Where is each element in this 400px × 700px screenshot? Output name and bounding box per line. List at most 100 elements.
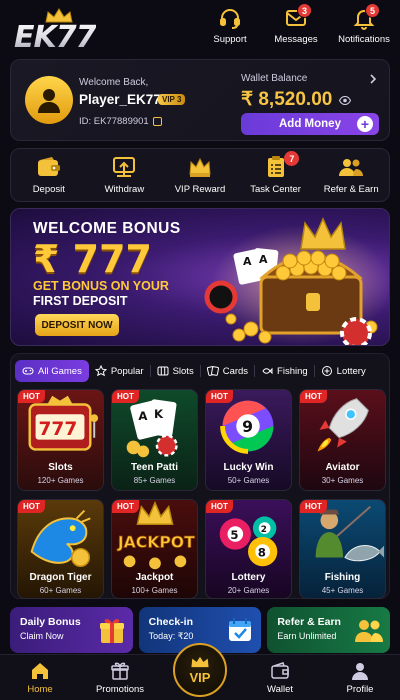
nav-profile[interactable]: Profile xyxy=(320,655,400,700)
tab-slots-label: Slots xyxy=(172,365,194,377)
tab-cards-label: Cards xyxy=(222,365,249,377)
gift-icon xyxy=(99,619,124,643)
game-card-fishing[interactable]: HOT Fishing 45+ Games xyxy=(299,499,386,599)
tab-fishing[interactable]: Fishing xyxy=(255,360,314,382)
notifications-button[interactable]: 5 Notifications xyxy=(338,3,390,45)
nav-promotions[interactable]: Promotions xyxy=(80,655,160,700)
nav-vip[interactable]: VIP xyxy=(173,643,227,697)
game-card-jackpot[interactable]: JACKPOT HOT Jackpot 100+ Games xyxy=(111,499,198,599)
game-count: 60+ Games xyxy=(39,586,82,595)
app-screen: EK77 Support 3 Messages 5 Notifications … xyxy=(0,0,400,700)
welcome-bonus-banner[interactable]: A A WELCOME BONUS ₹ 777 GET BONUS ON YOU… xyxy=(10,208,390,346)
hot-badge: HOT xyxy=(300,390,327,403)
game-name: Teen Patti xyxy=(130,462,179,473)
game-name: Dragon Tiger xyxy=(29,572,92,583)
refer-earn-button[interactable]: Refer & Earn xyxy=(313,149,389,201)
game-name: Lucky Win xyxy=(223,462,274,473)
withdraw-button[interactable]: Withdraw xyxy=(87,149,163,201)
svg-text:2: 2 xyxy=(261,525,267,535)
nav-home[interactable]: Home xyxy=(0,655,80,700)
tab-popular-label: Popular xyxy=(110,365,144,377)
svg-text:777: 777 xyxy=(39,419,78,440)
vip-level-badge: VIP 3 xyxy=(158,94,186,105)
svg-text:A: A xyxy=(138,409,148,423)
game-card-slots[interactable]: 777 HOT Slots 120+ Games xyxy=(17,389,104,491)
nav-profile-label: Profile xyxy=(346,684,374,695)
game-name: Jackpot xyxy=(135,572,174,583)
tab-fishing-label: Fishing xyxy=(277,365,308,377)
tab-all-games[interactable]: All Games xyxy=(15,360,89,382)
withdraw-label: Withdraw xyxy=(104,184,145,195)
tab-lottery[interactable]: Lottery xyxy=(315,360,372,382)
account-card[interactable]: Welcome Back, Player_EK77 VIP 3 ID: EK77… xyxy=(10,59,390,141)
jackpot-art-text: JACKPOT xyxy=(117,533,195,552)
game-name: Lottery xyxy=(231,572,266,583)
user-id: ID: EK77889901 xyxy=(79,116,162,127)
game-card-lucky-win[interactable]: 9 HOT Lucky Win 50+ Games xyxy=(205,389,292,491)
game-count: 50+ Games xyxy=(227,476,270,485)
nav-wallet[interactable]: Wallet xyxy=(240,655,320,700)
messages-button[interactable]: 3 Messages xyxy=(272,3,320,45)
calendar-check-icon xyxy=(229,618,252,641)
task-center-badge: 7 xyxy=(284,151,300,166)
tab-slots[interactable]: Slots xyxy=(151,360,200,382)
support-button[interactable]: Support xyxy=(206,6,254,45)
game-count: 120+ Games xyxy=(37,476,84,485)
task-center-label: Task Center xyxy=(250,184,301,195)
task-center-button[interactable]: 7 Task Center xyxy=(238,149,314,201)
game-count: 20+ Games xyxy=(227,586,270,595)
deposit-button[interactable]: Deposit xyxy=(11,149,87,201)
wallet-balance-label: Wallet Balance xyxy=(241,73,308,84)
svg-text:5: 5 xyxy=(230,528,238,542)
game-name: Fishing xyxy=(324,572,361,583)
copy-icon[interactable] xyxy=(152,117,162,126)
wallet-icon xyxy=(271,662,289,679)
tab-popular[interactable]: Popular xyxy=(89,360,150,382)
vip-reward-label: VIP Reward xyxy=(174,184,226,195)
game-card-dragon-tiger[interactable]: HOT Dragon Tiger 60+ Games xyxy=(17,499,104,599)
star-icon xyxy=(94,365,107,377)
banner-amount: ₹ 777 xyxy=(33,237,152,281)
username: Player_EK77 xyxy=(79,92,161,107)
messages-badge: 3 xyxy=(297,3,312,18)
lottery-icon xyxy=(321,366,332,376)
daily-bonus-card[interactable]: Daily Bonus Claim Now xyxy=(10,607,133,653)
avatar[interactable] xyxy=(25,76,73,124)
nav-wallet-label: Wallet xyxy=(266,684,294,695)
game-count: 30+ Games xyxy=(321,476,364,485)
plus-icon: + xyxy=(357,116,373,132)
notifications-label: Notifications xyxy=(338,34,390,45)
eye-icon[interactable] xyxy=(339,96,351,105)
game-name: Aviator xyxy=(325,462,360,473)
game-count: 45+ Games xyxy=(321,586,364,595)
person-icon xyxy=(38,89,60,113)
gamepad-icon xyxy=(22,367,34,375)
vip-reward-button[interactable]: VIP Reward xyxy=(162,149,238,201)
user-id-text: ID: EK77889901 xyxy=(79,116,149,127)
quick-actions-bar: Deposit Withdraw VIP Reward 7 Task Cente… xyxy=(10,148,390,202)
game-card-teen-patti[interactable]: A K HOT Teen Patti 85+ Games xyxy=(111,389,198,491)
game-count: 100+ Games xyxy=(131,586,178,595)
game-card-aviator[interactable]: HOT Aviator 30+ Games xyxy=(299,389,386,491)
chevron-right-icon[interactable] xyxy=(369,74,377,84)
daily-bonus-subtitle: Claim Now xyxy=(20,631,64,641)
svg-text:8: 8 xyxy=(258,545,266,559)
game-card-lottery[interactable]: 5 2 8 HOT Lottery 20+ Games xyxy=(205,499,292,599)
hot-badge: HOT xyxy=(300,500,327,513)
tab-all-games-label: All Games xyxy=(38,365,82,377)
withdraw-icon xyxy=(113,157,136,177)
banner-line2: FIRST DEPOSIT xyxy=(33,294,128,308)
refer-earn-label: Refer & Earn xyxy=(323,184,379,195)
svg-text:A: A xyxy=(243,255,252,268)
deposit-label: Deposit xyxy=(32,184,65,195)
notifications-badge: 5 xyxy=(365,3,380,18)
refer-earn-card[interactable]: Refer & Earn Earn Unlimited xyxy=(267,607,391,653)
tab-cards[interactable]: Cards xyxy=(201,360,254,382)
deposit-now-button[interactable]: DEPOSIT NOW xyxy=(35,314,119,336)
hot-badge: HOT xyxy=(18,390,45,403)
top-header: EK77 Support 3 Messages 5 Notifications xyxy=(0,0,400,56)
add-money-button[interactable]: Add Money + xyxy=(241,113,379,135)
messages-label: Messages xyxy=(274,34,318,45)
add-money-label: Add Money xyxy=(279,118,341,130)
ek77-logo[interactable]: EK77 xyxy=(12,6,112,55)
